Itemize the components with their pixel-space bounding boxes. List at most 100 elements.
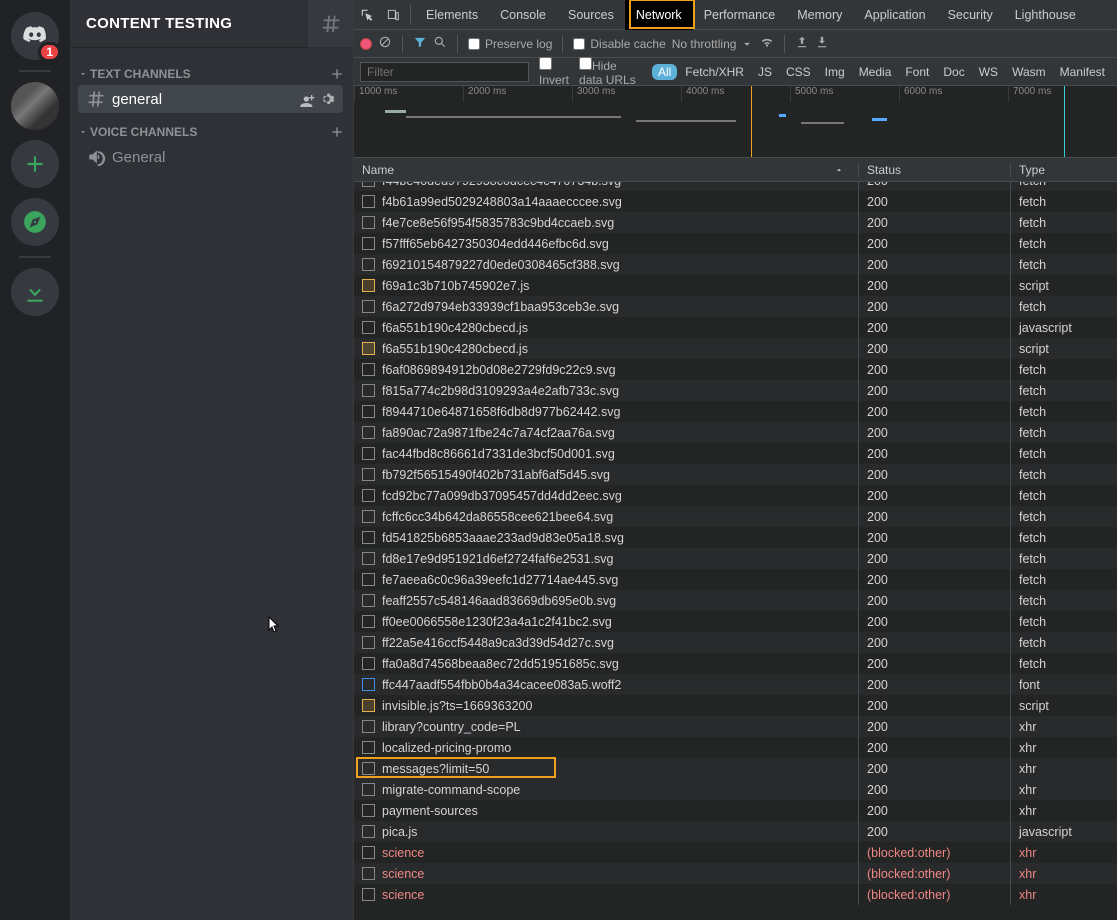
- network-row[interactable]: f4e7ce8e56f954f5835783c9bd4ccaeb.svg200f…: [354, 212, 1117, 233]
- network-row[interactable]: f6a272d9794eb33939cf1baa953ceb3e.svg200f…: [354, 296, 1117, 317]
- tab-network[interactable]: Network: [625, 0, 693, 30]
- request-type: javascript: [1011, 317, 1117, 338]
- tab-memory[interactable]: Memory: [786, 0, 853, 30]
- network-row[interactable]: fcffc6cc34b642da86558cee621bee64.svg200f…: [354, 506, 1117, 527]
- col-name[interactable]: Name: [354, 163, 859, 177]
- network-row[interactable]: f69a1c3b710b745902e7.js200script: [354, 275, 1117, 296]
- col-status[interactable]: Status: [859, 163, 1011, 177]
- network-row[interactable]: ff22a5e416ccf5448a9ca3d39d54d27c.svg200f…: [354, 632, 1117, 653]
- network-row[interactable]: library?country_code=PL200xhr: [354, 716, 1117, 737]
- search-button[interactable]: [433, 35, 447, 52]
- chip-ws[interactable]: WS: [973, 64, 1004, 80]
- network-row[interactable]: localized-pricing-promo200xhr: [354, 737, 1117, 758]
- network-row[interactable]: fe7aeea6c0c96a39eefc1d27714ae445.svg200f…: [354, 569, 1117, 590]
- network-row[interactable]: payment-sources200xhr: [354, 800, 1117, 821]
- network-timeline[interactable]: 1000 ms2000 ms3000 ms4000 ms5000 ms6000 …: [354, 86, 1117, 158]
- separator: [457, 35, 458, 53]
- record-button[interactable]: [360, 38, 372, 50]
- filter-toggle[interactable]: [413, 35, 427, 52]
- network-row[interactable]: fd541825b6853aaae233ad9d83e05a18.svg200f…: [354, 527, 1117, 548]
- request-status: 200: [859, 590, 1011, 611]
- invite-icon[interactable]: [299, 91, 315, 107]
- network-row[interactable]: science(blocked:other)xhr: [354, 884, 1117, 905]
- network-row[interactable]: pica.js200javascript: [354, 821, 1117, 842]
- device-toolbar-button[interactable]: [380, 8, 406, 22]
- import-har-button[interactable]: [795, 35, 809, 52]
- network-row[interactable]: fa890ac72a9871fbe24c7a74cf2aa76a.svg200f…: [354, 422, 1117, 443]
- request-type: xhr: [1011, 842, 1117, 863]
- tab-security[interactable]: Security: [937, 0, 1004, 30]
- invert-checkbox[interactable]: Invert: [539, 57, 569, 87]
- request-name: library?country_code=PL: [382, 720, 521, 734]
- inspect-element-button[interactable]: [354, 8, 380, 22]
- file-icon: [362, 258, 375, 271]
- network-row[interactable]: f57fff65eb6427350304edd446efbc6d.svg200f…: [354, 233, 1117, 254]
- network-row[interactable]: invisible.js?ts=1669363200200script: [354, 695, 1117, 716]
- download-apps-button[interactable]: [11, 268, 59, 316]
- tab-lighthouse[interactable]: Lighthouse: [1004, 0, 1087, 30]
- chip-css[interactable]: CSS: [780, 64, 817, 80]
- tab-elements[interactable]: Elements: [415, 0, 489, 30]
- request-name: f6af0869894912b0d08e2729fd9c22c9.svg: [382, 363, 616, 377]
- home-button[interactable]: 1: [11, 12, 59, 60]
- network-row[interactable]: feaff2557c548146aad83669db695e0b.svg200f…: [354, 590, 1117, 611]
- file-icon: [362, 468, 375, 481]
- chip-wasm[interactable]: Wasm: [1006, 64, 1052, 80]
- network-row[interactable]: ffa0a8d74568beaa8ec72dd51951685c.svg200f…: [354, 653, 1117, 674]
- chip-js[interactable]: JS: [752, 64, 778, 80]
- request-status: 200: [859, 569, 1011, 590]
- network-conditions-button[interactable]: [760, 35, 774, 52]
- server-avatar[interactable]: [11, 82, 59, 130]
- request-type: xhr: [1011, 863, 1117, 884]
- category-label: VOICE CHANNELS: [90, 125, 197, 139]
- tab-sources[interactable]: Sources: [557, 0, 625, 30]
- add-server-button[interactable]: [11, 140, 59, 188]
- explore-button[interactable]: [11, 198, 59, 246]
- network-row[interactable]: migrate-command-scope200xhr: [354, 779, 1117, 800]
- network-row[interactable]: f44be40ded9792938c0dcec4c470734b.svg200f…: [354, 182, 1117, 191]
- chip-manifest[interactable]: Manifest: [1054, 64, 1111, 80]
- network-row[interactable]: f6a551b190c4280cbecd.js200script: [354, 338, 1117, 359]
- network-row[interactable]: science(blocked:other)xhr: [354, 842, 1117, 863]
- chip-img[interactable]: Img: [819, 64, 851, 80]
- network-row[interactable]: f6a551b190c4280cbecd.js200javascript: [354, 317, 1117, 338]
- export-har-button[interactable]: [815, 35, 829, 52]
- channel-general-voice[interactable]: General: [78, 143, 343, 171]
- network-row[interactable]: ff0ee0066558e1230f23a4a1c2f41bc2.svg200f…: [354, 611, 1117, 632]
- chip-all[interactable]: All: [652, 64, 677, 80]
- chip-font[interactable]: Font: [899, 64, 935, 80]
- category-text-channels[interactable]: TEXT CHANNELS: [78, 56, 351, 84]
- network-row[interactable]: fb792f56515490f402b731abf6af5d45.svg200f…: [354, 464, 1117, 485]
- network-row[interactable]: messages?limit=50200xhr: [354, 758, 1117, 779]
- chip-doc[interactable]: Doc: [937, 64, 970, 80]
- preserve-log-checkbox[interactable]: Preserve log: [468, 37, 552, 51]
- hide-data-urls-checkbox[interactable]: Hide data URLs: [579, 57, 642, 87]
- category-voice-channels[interactable]: VOICE CHANNELS: [78, 114, 351, 142]
- network-row[interactable]: f6af0869894912b0d08e2729fd9c22c9.svg200f…: [354, 359, 1117, 380]
- network-row[interactable]: f8944710e64871658f6db8d977b62442.svg200f…: [354, 401, 1117, 422]
- network-row[interactable]: fac44fbd8c86661d7331de3bcf50d001.svg200f…: [354, 443, 1117, 464]
- network-row[interactable]: fcd92bc77a099db37095457dd4dd2eec.svg200f…: [354, 485, 1117, 506]
- request-name: ffa0a8d74568beaa8ec72dd51951685c.svg: [382, 657, 619, 671]
- tab-performance[interactable]: Performance: [693, 0, 787, 30]
- disable-cache-checkbox[interactable]: Disable cache: [573, 37, 665, 51]
- network-row[interactable]: f4b61a99ed5029248803a14aaaecccee.svg200f…: [354, 191, 1117, 212]
- chip-fetchxhr[interactable]: Fetch/XHR: [679, 64, 750, 80]
- plus-icon[interactable]: [329, 124, 345, 140]
- network-row[interactable]: fd8e17e9d951921d6ef2724faf6e2531.svg200f…: [354, 548, 1117, 569]
- tab-console[interactable]: Console: [489, 0, 557, 30]
- clear-button[interactable]: [378, 35, 392, 52]
- network-row[interactable]: f815a774c2b98d3109293a4e2afb733c.svg200f…: [354, 380, 1117, 401]
- chip-media[interactable]: Media: [853, 64, 898, 80]
- gear-icon[interactable]: [319, 91, 335, 107]
- col-type[interactable]: Type: [1011, 163, 1117, 177]
- network-row[interactable]: science(blocked:other)xhr: [354, 863, 1117, 884]
- tab-application[interactable]: Application: [853, 0, 936, 30]
- filter-input[interactable]: [360, 62, 529, 82]
- plus-icon[interactable]: [329, 66, 345, 82]
- throttling-select[interactable]: No throttling: [672, 37, 755, 51]
- channel-general-text[interactable]: general: [78, 85, 343, 113]
- request-name: fac44fbd8c86661d7331de3bcf50d001.svg: [382, 447, 615, 461]
- network-row[interactable]: ffc447aadf554fbb0b4a34cacee083a5.woff220…: [354, 674, 1117, 695]
- network-row[interactable]: f69210154879227d0ede0308465cf388.svg200f…: [354, 254, 1117, 275]
